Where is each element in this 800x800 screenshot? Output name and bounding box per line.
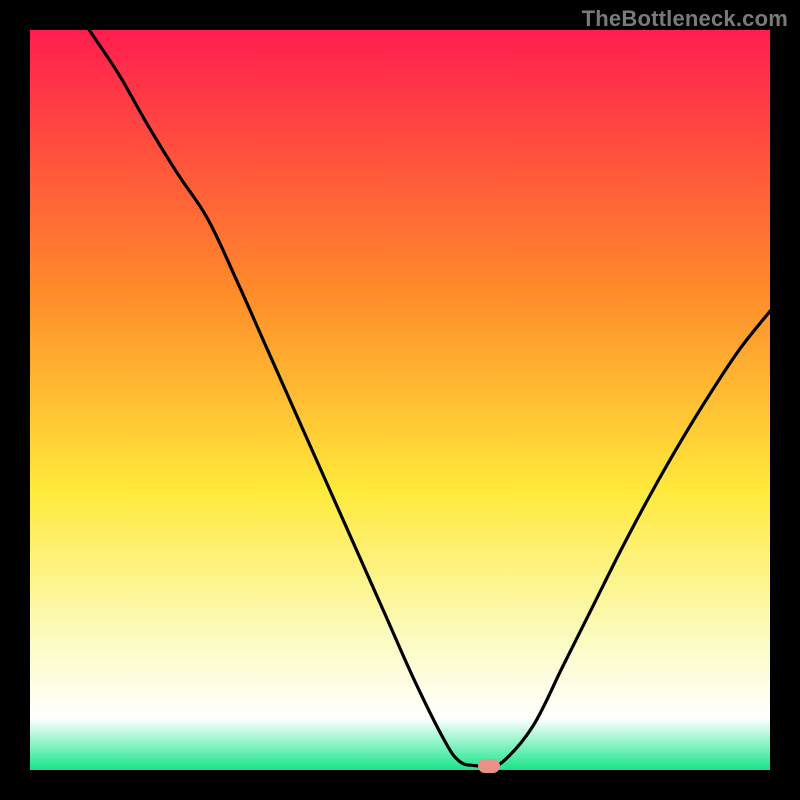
bottleneck-curve: [30, 30, 770, 770]
optimal-marker: [478, 759, 500, 773]
chart-stage: TheBottleneck.com: [0, 0, 800, 800]
watermark-text: TheBottleneck.com: [582, 6, 788, 32]
plot-area: [30, 30, 770, 770]
